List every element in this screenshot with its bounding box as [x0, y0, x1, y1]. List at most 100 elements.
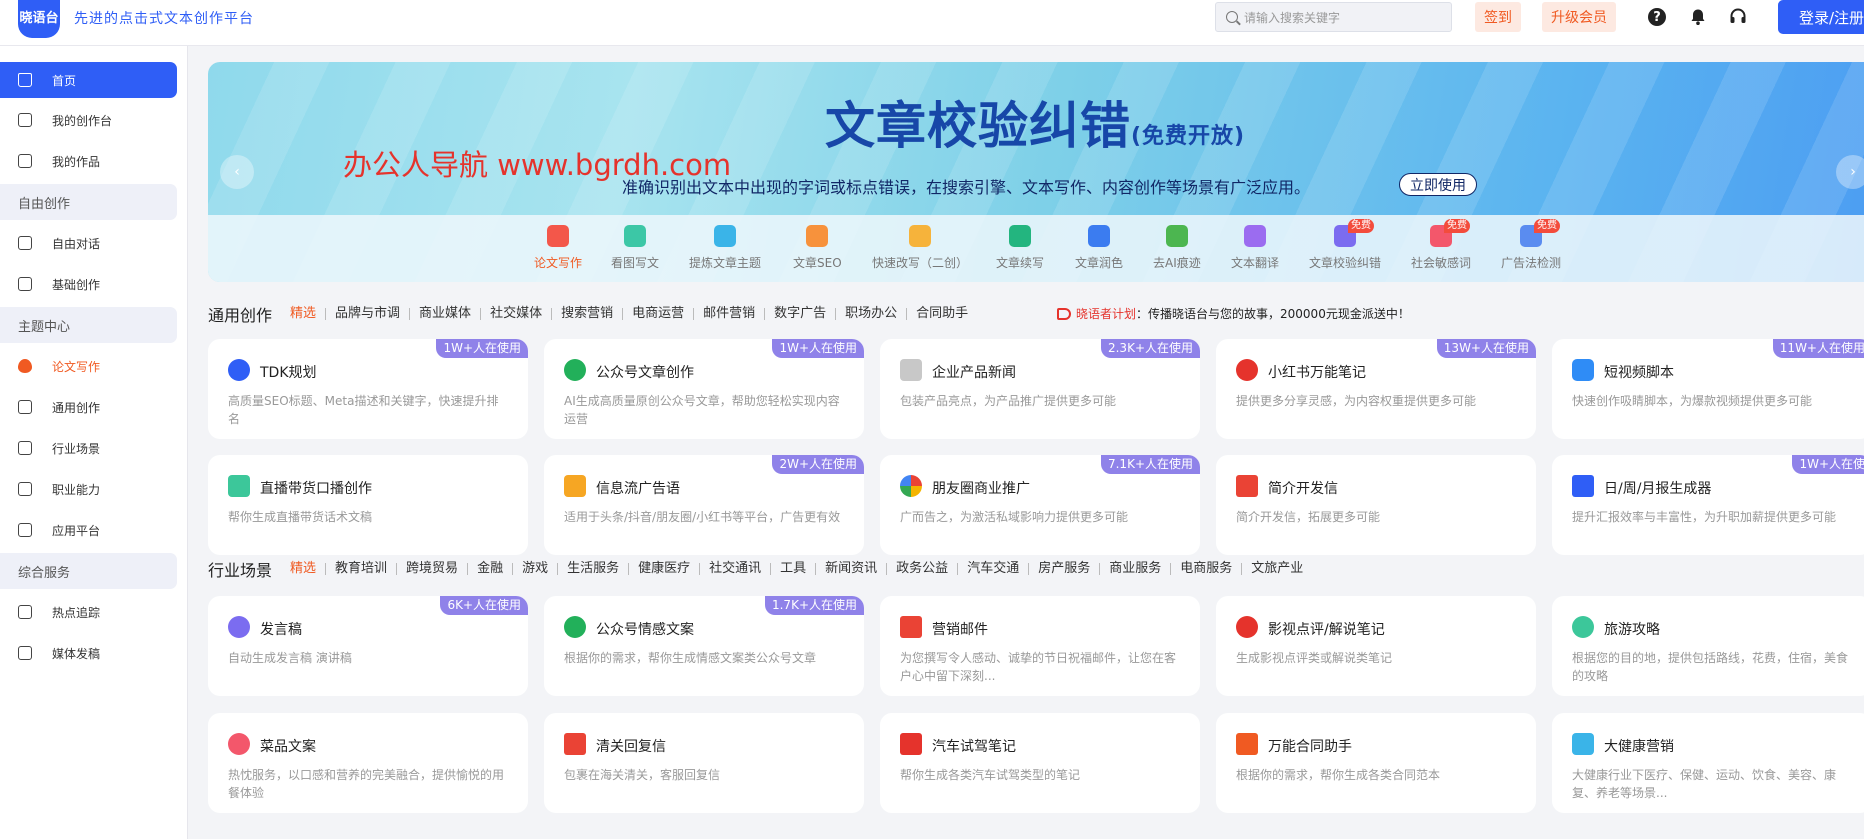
sidebar-item-thesis-writing[interactable]: 论文写作	[0, 348, 177, 384]
tool-card[interactable]: 简介开发信 简介开发信，拓展更多可能	[1216, 455, 1536, 555]
card-title: 影视点评/解说笔记	[1268, 622, 1385, 638]
tool-card[interactable]: 7.1K+人在使用 朋友圈商业推广 广而告之，为激活私域影响力提供更多可能	[880, 455, 1200, 555]
tool-remove-ai-trace[interactable]: 去AI痕迹	[1153, 225, 1201, 277]
speech-icon	[228, 616, 250, 638]
category-tab[interactable]: 生活服务	[558, 562, 630, 575]
tool-image-to-text[interactable]: 看图写文	[611, 225, 659, 277]
tool-card[interactable]: 13W+人在使用 小红书万能笔记 提供更多分享灵感，为内容权重提供更多可能	[1216, 339, 1536, 439]
category-tab[interactable]: 搜索营销	[552, 307, 624, 320]
tool-thesis-writing[interactable]: 论文写作	[534, 225, 582, 277]
category-tab[interactable]: 汽车交通	[958, 562, 1030, 575]
sign-in-button[interactable]: 签到	[1475, 2, 1521, 32]
category-tab[interactable]: 商业服务	[1100, 562, 1172, 575]
sidebar-item-app-platform[interactable]: 应用平台	[0, 512, 177, 548]
category-tab[interactable]: 邮件营销	[694, 307, 766, 320]
sidebar-item-media-publish[interactable]: 媒体发稿	[0, 635, 177, 671]
carousel-prev-icon[interactable]: ‹	[220, 155, 254, 189]
tool-card[interactable]: 1W+人在使用 TDK规划 高质量SEO标题、Meta描述和关键字，快速提升排名	[208, 339, 528, 439]
category-tab[interactable]: 教育培训	[326, 562, 398, 575]
tool-card[interactable]: 1W+人在使用 公众号文章创作 AI生成高质量原创公众号文章，帮助您轻松实现内容…	[544, 339, 864, 439]
tool-card[interactable]: 汽车试驾笔记 帮你生成各类汽车试驾类型的笔记	[880, 713, 1200, 813]
category-tab[interactable]: 健康医疗	[629, 562, 701, 575]
tool-card[interactable]: 营销邮件 为您撰写令人感动、诚挚的节日祝福邮件，让您在客户心中留下深刻...	[880, 596, 1200, 696]
category-tab[interactable]: 房产服务	[1029, 562, 1101, 575]
category-tab[interactable]: 社交媒体	[481, 307, 553, 320]
category-tab[interactable]: 游戏	[513, 562, 559, 575]
bell-icon[interactable]	[1689, 8, 1707, 26]
wechat-article-icon	[564, 359, 586, 381]
tool-card[interactable]: 11W+人在使用 短视频脚本 快速创作吸睛脚本，为爆款视频提供更多可能	[1552, 339, 1864, 439]
carousel-next-icon[interactable]: ›	[1836, 155, 1864, 189]
category-tab[interactable]: 新闻资讯	[816, 562, 888, 575]
category-tab[interactable]: 电商运营	[623, 307, 695, 320]
hero-banner[interactable]: 办公人导航 www.bgrdh.com 文章校验纠错(免费开放) 准确识别出文本…	[208, 62, 1864, 282]
tool-proofread[interactable]: 免费 文章校验纠错	[1309, 219, 1382, 277]
sidebar-item-label: 媒体发稿	[52, 646, 101, 661]
sidebar-group-free-creation: 自由创作	[0, 184, 177, 220]
sidebar-item-basic-creation[interactable]: 基础创作	[0, 266, 177, 302]
category-tab[interactable]: 精选	[290, 307, 327, 320]
tool-polish[interactable]: 文章润色	[1075, 225, 1123, 277]
tool-extract-topic[interactable]: 提炼文章主题	[689, 225, 761, 277]
category-tab[interactable]: 工具	[771, 562, 817, 575]
tool-card[interactable]: 万能合同助手 根据你的需求，帮你生成各类合同范本	[1216, 713, 1536, 813]
category-tab[interactable]: 精选	[290, 562, 327, 575]
tool-card[interactable]: 旅游攻略 根据您的目的地，提供包括路线，花费，住宿，美食的攻略	[1552, 596, 1864, 696]
login-register-button[interactable]: 登录/注册	[1778, 0, 1864, 34]
usage-badge: 1W+人在使用	[436, 339, 528, 358]
sidebar-item-industry-scenes[interactable]: 行业场景	[0, 430, 177, 466]
category-tab[interactable]: 社交通讯	[700, 562, 772, 575]
sidebar-item-free-chat[interactable]: 自由对话	[0, 225, 177, 261]
search-input[interactable]: 请输入搜索关键字	[1215, 2, 1452, 32]
tool-article-seo[interactable]: 文章SEO	[793, 225, 842, 277]
category-tab[interactable]: 职场办公	[836, 307, 908, 320]
tool-continue-writing[interactable]: 文章续写	[996, 225, 1044, 277]
tool-card[interactable]: 2.3K+人在使用 企业产品新闻 包装产品亮点，为产品推广提供更多可能	[880, 339, 1200, 439]
promo-highlight: 晓语者计划	[1076, 307, 1137, 321]
card-title: 小红书万能笔记	[1268, 365, 1366, 381]
tool-card[interactable]: 影视点评/解说笔记 生成影视点评类或解说类笔记	[1216, 596, 1536, 696]
tool-card[interactable]: 直播带货口播创作 帮你生成直播带货话术文稿	[208, 455, 528, 555]
tool-card[interactable]: 1.7K+人在使用 公众号情感文案 根据你的需求，帮你生成情感文案类公众号文章	[544, 596, 864, 696]
tool-sensitive-words[interactable]: 免费 社会敏感词	[1411, 219, 1471, 277]
xiaohongshu-icon	[900, 733, 922, 755]
upgrade-membership-button[interactable]: 升级会员	[1542, 2, 1616, 32]
category-tab[interactable]: 合同助手	[907, 307, 977, 320]
category-tab[interactable]: 文旅产业	[1242, 562, 1312, 575]
tool-translate[interactable]: 文本翻译	[1231, 225, 1279, 277]
tool-label: 文章校验纠错	[1309, 256, 1382, 270]
banner-title-sub: (免费开放)	[1131, 124, 1246, 149]
category-tab[interactable]: 政务公益	[887, 562, 959, 575]
sidebar-item-home[interactable]: 首页	[0, 62, 177, 98]
tool-card[interactable]: 大健康营销 大健康行业下医疗、保健、运动、饮食、美容、康复、养老等场景...	[1552, 713, 1864, 813]
category-tab[interactable]: 商业媒体	[410, 307, 482, 320]
card-description: 快速创作吸睛脚本，为爆款视频提供更多可能	[1572, 394, 1813, 408]
sidebar-item-my-works[interactable]: 我的作品	[0, 143, 177, 179]
tool-ad-law-check[interactable]: 免费 广告法检测	[1501, 219, 1561, 277]
card-description: 提供更多分享灵感，为内容权重提供更多可能	[1236, 394, 1477, 408]
category-tab[interactable]: 数字广告	[765, 307, 837, 320]
headset-icon[interactable]	[1729, 8, 1747, 26]
tool-card[interactable]: 清关回复信 包裹在海关清关，客服回复信	[544, 713, 864, 813]
tool-card[interactable]: 1W+人在使 日/周/月报生成器 提升汇报效率与丰富性，为升职加薪提供更多可能	[1552, 455, 1864, 555]
sidebar-item-workspace[interactable]: 我的创作台	[0, 102, 177, 138]
category-tab[interactable]: 跨境贸易	[397, 562, 469, 575]
tool-card[interactable]: 2W+人在使用 信息流广告语 适用于头条/抖音/朋友圈/小红书等平台，广告更有效	[544, 455, 864, 555]
sidebar-item-career-skills[interactable]: 职业能力	[0, 471, 177, 507]
app-logo[interactable]: 晓语台	[18, 0, 60, 38]
category-tab[interactable]: 品牌与市调	[326, 307, 411, 320]
tool-card[interactable]: 6K+人在使用 发言稿 自动生成发言稿 演讲稿	[208, 596, 528, 696]
category-tab[interactable]: 金融	[468, 562, 514, 575]
promo-banner[interactable]: 晓语者计划 ：传播晓语台与您的故事，200000元现金派送中！	[1057, 305, 1410, 322]
card-description: 根据你的需求，帮你生成各类合同范本	[1236, 768, 1441, 782]
help-icon[interactable]: ?	[1648, 8, 1666, 26]
tool-card[interactable]: 菜品文案 热忱服务，以口感和营养的完美融合，提供愉悦的用餐体验	[208, 713, 528, 813]
banner-use-now-button[interactable]: 立即使用	[1399, 173, 1477, 196]
sidebar-item-general-creation[interactable]: 通用创作	[0, 389, 177, 425]
sidebar-item-hot-tracking[interactable]: 热点追踪	[0, 594, 177, 630]
free-badge: 免费	[1444, 219, 1470, 233]
tool-rewrite[interactable]: 快速改写（二创）	[872, 225, 968, 277]
category-tab[interactable]: 电商服务	[1171, 562, 1243, 575]
sidebar-item-label: 首页	[52, 73, 77, 88]
card-title: 大健康营销	[1604, 739, 1674, 755]
